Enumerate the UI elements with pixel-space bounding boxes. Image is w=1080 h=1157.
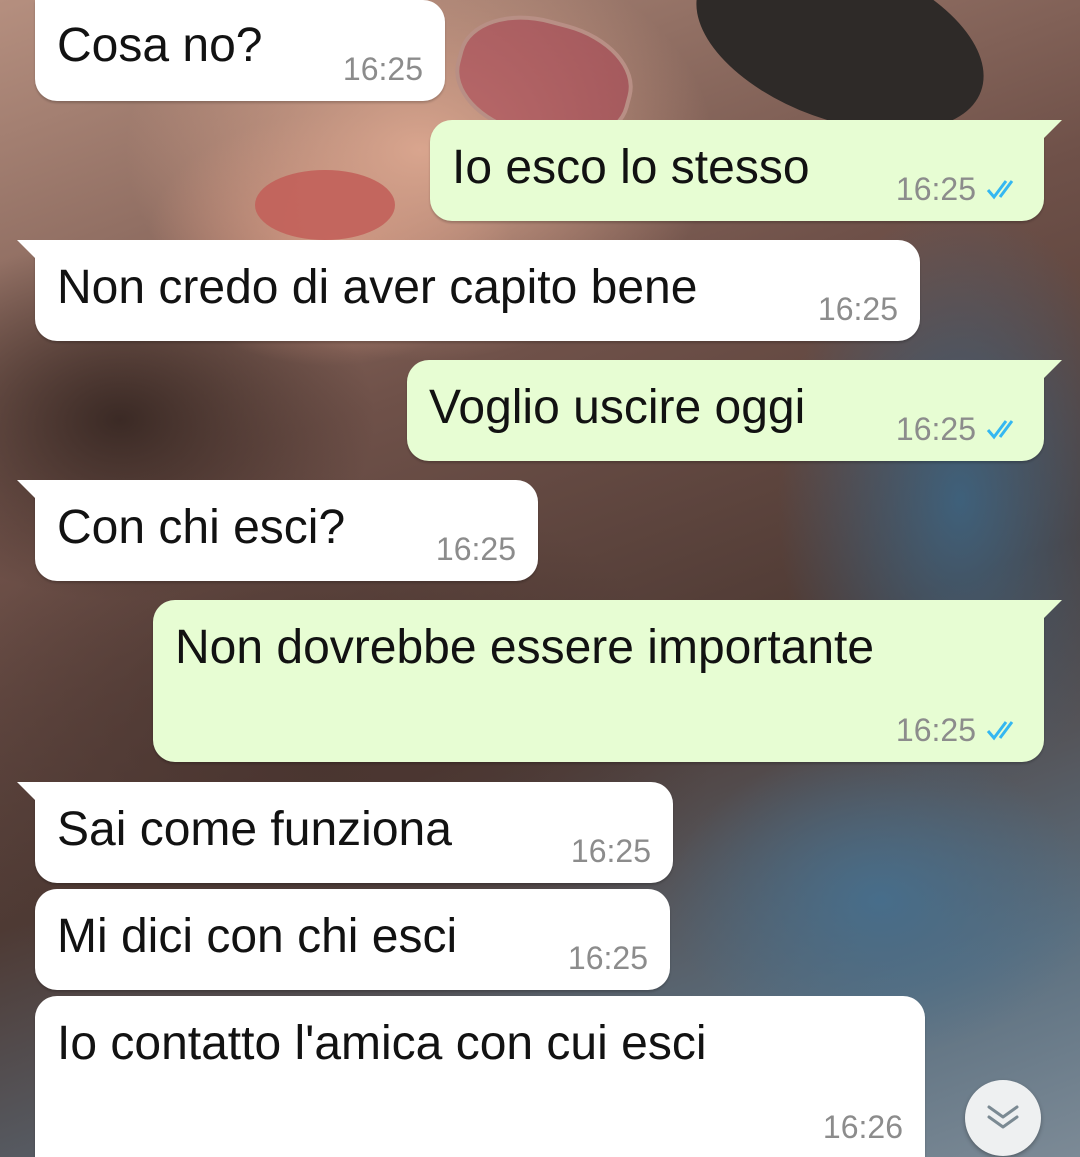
message-bubble-incoming[interactable]: Io contatto l'amica con cui esci 16:26 [35, 996, 925, 1157]
message-text: Io esco lo stesso [452, 141, 810, 194]
chevron-double-down-icon [987, 1105, 1019, 1129]
message-bubble-incoming[interactable]: Sai come funziona 16:25 [17, 782, 673, 883]
message-list[interactable]: Cosa no? 16:25 Io esco lo stesso 16:25 N… [0, 0, 1080, 1157]
message-meta: 16:25 [896, 411, 1022, 447]
message-time: 16:25 [342, 51, 423, 87]
message-bubble-incoming[interactable]: Mi dici con chi esci 16:25 [35, 889, 670, 990]
message-text: Sai come funziona [57, 803, 452, 856]
message-time: 16:26 [822, 1109, 903, 1145]
message-bubble-outgoing[interactable]: Non dovrebbe essere importante 16:25 [153, 600, 1062, 762]
message-time: 16:25 [567, 940, 648, 976]
message-meta: 16:25 [896, 712, 1022, 748]
message-meta: 16:25 [343, 51, 423, 87]
message-time: 16:25 [435, 531, 516, 567]
message-meta: 16:25 [818, 291, 898, 327]
message-bubble-incoming[interactable]: Cosa no? 16:25 [35, 0, 445, 101]
message-meta: 16:25 [568, 940, 648, 976]
message-text: Mi dici con chi esci [57, 910, 458, 963]
message-text: Non dovrebbe essere importante [175, 621, 875, 674]
message-time: 16:25 [570, 833, 651, 869]
scroll-to-bottom-button[interactable] [965, 1080, 1041, 1156]
message-meta: 16:25 [896, 171, 1022, 207]
message-time: 16:25 [817, 291, 898, 327]
message-time: 16:25 [895, 411, 976, 447]
message-time: 16:25 [895, 712, 976, 748]
double-check-icon [986, 420, 1014, 440]
message-text: Io contatto l'amica con cui esci [57, 1017, 707, 1070]
double-check-icon [986, 180, 1014, 200]
message-bubble-incoming[interactable]: Non credo di aver capito bene 16:25 [17, 240, 920, 341]
message-text: Cosa no? [57, 19, 263, 72]
message-text: Con chi esci? [57, 501, 346, 554]
message-time: 16:25 [895, 171, 976, 207]
message-bubble-outgoing[interactable]: Io esco lo stesso 16:25 [430, 120, 1062, 221]
message-text: Voglio uscire oggi [429, 381, 806, 434]
message-meta: 16:25 [436, 531, 516, 567]
double-check-icon [986, 721, 1014, 741]
message-bubble-incoming[interactable]: Con chi esci? 16:25 [17, 480, 538, 581]
message-meta: 16:25 [571, 833, 651, 869]
message-meta: 16:26 [823, 1109, 903, 1145]
message-text: Non credo di aver capito bene [57, 261, 698, 314]
message-bubble-outgoing[interactable]: Voglio uscire oggi 16:25 [407, 360, 1062, 461]
